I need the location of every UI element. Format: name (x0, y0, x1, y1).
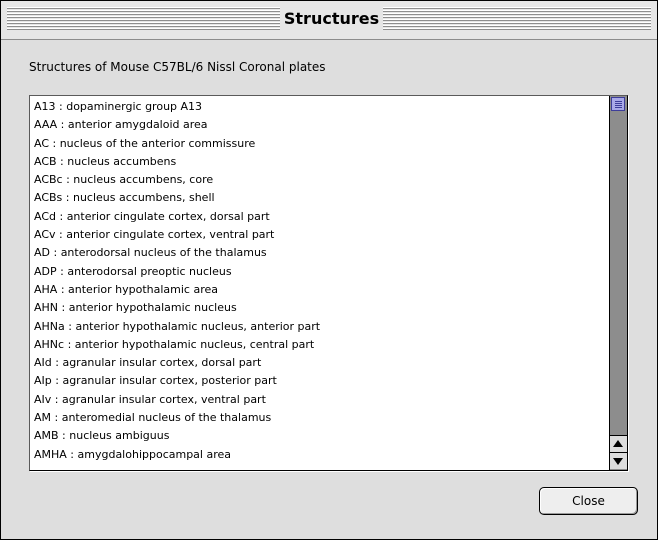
scroll-thumb[interactable] (611, 97, 625, 111)
dialog-content: Structures of Mouse C57BL/6 Nissl Corona… (1, 40, 657, 539)
structure-list-item[interactable]: AHNc : anterior hypothalamic nucleus, ce… (34, 336, 604, 354)
close-button[interactable]: Close (539, 487, 638, 515)
vertical-scrollbar[interactable] (609, 96, 627, 470)
structure-list-item[interactable]: AIv : agranular insular cortex, ventral … (34, 391, 604, 409)
structure-list-item[interactable]: AId : agranular insular cortex, dorsal p… (34, 354, 604, 372)
structure-list-item[interactable]: AAA : anterior amygdaloid area (34, 116, 604, 134)
structure-list-item[interactable]: ADP : anterodorsal preoptic nucleus (34, 263, 604, 281)
structure-list-item[interactable]: ACB : nucleus accumbens (34, 153, 604, 171)
scroll-up-arrow-icon (613, 440, 623, 447)
scroll-thumb-grip (615, 107, 622, 108)
structure-list-item[interactable]: AHN : anterior hypothalamic nucleus (34, 299, 604, 317)
structure-list-item[interactable]: AMHA : amygdalohippocampal area (34, 446, 604, 464)
structure-list-item[interactable]: AM : anteromedial nucleus of the thalamu… (34, 409, 604, 427)
structure-list-item[interactable]: AD : anterodorsal nucleus of the thalamu… (34, 244, 604, 262)
title-bar-stripes-right (383, 7, 651, 31)
structure-list-item[interactable]: AMB : nucleus ambiguus (34, 427, 604, 445)
structure-list-item[interactable]: AC : nucleus of the anterior commissure (34, 135, 604, 153)
window-title: Structures (280, 6, 383, 32)
structure-list-item[interactable]: ACBs : nucleus accumbens, shell (34, 189, 604, 207)
structure-list-item[interactable]: AHNa : anterior hypothalamic nucleus, an… (34, 318, 604, 336)
structure-list-item[interactable]: A13 : dopaminergic group A13 (34, 98, 604, 116)
structure-list-item[interactable]: AHA : anterior hypothalamic area (34, 281, 604, 299)
scroll-down-arrow-icon (613, 458, 623, 465)
title-bar-stripes-left (7, 7, 280, 31)
scroll-down-button[interactable] (610, 452, 627, 469)
structure-list-item[interactable]: ACBc : nucleus accumbens, core (34, 171, 604, 189)
title-bar[interactable]: Structures (1, 1, 657, 40)
structures-list-items: A13 : dopaminergic group A13 AAA : anteri… (34, 98, 604, 468)
structure-list-item[interactable]: ACv : anterior cingulate cortex, ventral… (34, 226, 604, 244)
structure-list-item[interactable]: AIp : agranular insular cortex, posterio… (34, 372, 604, 390)
scroll-thumb-grip (615, 101, 622, 102)
structures-window: Structures Structures of Mouse C57BL/6 N… (0, 0, 658, 540)
dialog-heading: Structures of Mouse C57BL/6 Nissl Corona… (29, 60, 326, 74)
structures-list[interactable]: A13 : dopaminergic group A13 AAA : anteri… (29, 95, 628, 471)
scroll-thumb-grip (615, 103, 622, 104)
structure-list-item[interactable]: ACd : anterior cingulate cortex, dorsal … (34, 208, 604, 226)
scroll-thumb-grip (615, 105, 622, 106)
scroll-up-button[interactable] (610, 435, 627, 452)
